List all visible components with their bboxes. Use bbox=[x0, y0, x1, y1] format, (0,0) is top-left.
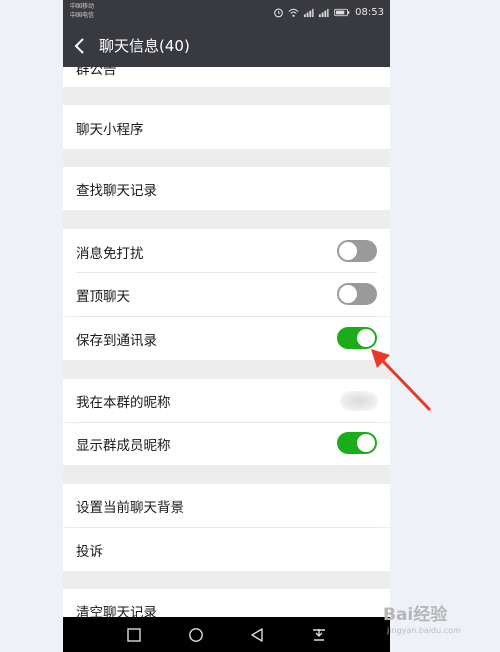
battery-icon bbox=[334, 8, 350, 16]
show-nicknames-label: 显示群成员昵称 bbox=[76, 438, 171, 454]
download-icon[interactable] bbox=[311, 627, 327, 643]
show-nicknames-toggle[interactable] bbox=[337, 432, 377, 454]
watermark-brand: Bai经验 bbox=[383, 605, 448, 625]
phone-screen: 中国移动 中国电信 08:53 聊天信息(40) 群公告 聊天小程序 查找聊天记… bbox=[63, 0, 390, 652]
set-background-row[interactable]: 设置当前聊天背景 bbox=[63, 484, 390, 527]
carrier-2: 中国电信 bbox=[70, 12, 95, 19]
mute-row[interactable]: 消息免打扰 bbox=[63, 229, 390, 273]
group-notice-label: 群公告 bbox=[76, 67, 117, 78]
search-history-row[interactable]: 查找聊天记录 bbox=[63, 167, 390, 210]
set-background-label: 设置当前聊天背景 bbox=[76, 500, 184, 516]
page-title: 聊天信息(40) bbox=[99, 37, 190, 55]
mute-toggle[interactable] bbox=[337, 240, 377, 262]
annotation-arrow-icon bbox=[371, 349, 432, 412]
triangle-back-icon[interactable] bbox=[249, 627, 265, 643]
clear-history-label: 清空聊天记录 bbox=[76, 605, 157, 617]
status-time: 08:53 bbox=[355, 6, 384, 18]
signal-icon bbox=[304, 8, 314, 17]
mini-programs-label: 聊天小程序 bbox=[76, 122, 144, 138]
save-to-contacts-label: 保存到通讯录 bbox=[76, 333, 157, 349]
toggle-knob bbox=[357, 434, 375, 452]
clear-history-row[interactable]: 清空聊天记录 bbox=[63, 589, 390, 617]
pin-row[interactable]: 置顶聊天 bbox=[63, 273, 390, 316]
mute-label: 消息免打扰 bbox=[76, 246, 144, 262]
show-nicknames-row[interactable]: 显示群成员昵称 bbox=[63, 423, 390, 465]
pin-label: 置顶聊天 bbox=[76, 289, 130, 305]
toggle-knob bbox=[339, 285, 357, 303]
circle-icon[interactable] bbox=[188, 627, 204, 643]
status-bar: 中国移动 中国电信 08:53 bbox=[63, 0, 390, 24]
group-notice-row[interactable]: 群公告 bbox=[63, 67, 390, 87]
title-bar: 聊天信息(40) bbox=[63, 24, 390, 67]
watermark: Bai经验 jingyan.baidu.com bbox=[383, 598, 493, 644]
watermark-url: jingyan.baidu.com bbox=[387, 626, 461, 635]
wifi-icon bbox=[288, 8, 299, 17]
my-nickname-label: 我在本群的昵称 bbox=[76, 395, 171, 411]
status-icons: 08:53 bbox=[273, 5, 384, 19]
chevron-left-icon[interactable] bbox=[73, 36, 87, 56]
signal-icon bbox=[319, 8, 329, 17]
carrier-1: 中国移动 bbox=[70, 3, 95, 10]
report-label: 投诉 bbox=[76, 544, 103, 560]
alarm-icon bbox=[274, 8, 284, 17]
search-history-label: 查找聊天记录 bbox=[76, 183, 157, 199]
settings-list: 群公告 聊天小程序 查找聊天记录 消息免打扰 置顶聊天 保存到通讯录 我在本群的… bbox=[63, 67, 390, 617]
pin-toggle[interactable] bbox=[337, 283, 377, 305]
system-nav-bar bbox=[63, 617, 390, 652]
save-to-contacts-row[interactable]: 保存到通讯录 bbox=[63, 317, 390, 360]
report-row[interactable]: 投诉 bbox=[63, 528, 390, 571]
my-nickname-row[interactable]: 我在本群的昵称 bbox=[63, 379, 390, 422]
toggle-knob bbox=[339, 242, 357, 260]
square-icon[interactable] bbox=[126, 627, 142, 643]
mini-programs-row[interactable]: 聊天小程序 bbox=[63, 105, 390, 149]
